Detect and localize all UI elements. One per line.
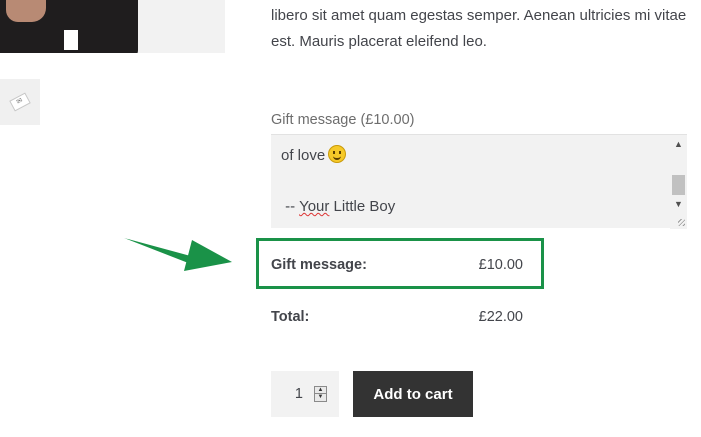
- gift-message-total-value: £10.00: [478, 257, 523, 273]
- resize-grip-icon[interactable]: [678, 219, 685, 226]
- total-value: £22.00: [478, 309, 523, 325]
- gift-message-textarea[interactable]: of love -- Your Little Boy ▲ ▼: [271, 134, 687, 229]
- scroll-down-arrow-icon[interactable]: ▼: [670, 197, 687, 211]
- green-arrow-icon: [124, 238, 232, 271]
- product-thumbnail[interactable]: ✉: [0, 79, 40, 125]
- gift-message-line: of love: [281, 145, 347, 164]
- gift-message-signature: Little Boy: [329, 198, 396, 215]
- gift-message-line-text: of love: [281, 147, 326, 164]
- product-image-cuff: [64, 30, 78, 50]
- smiley-emoji-icon: [328, 145, 347, 163]
- quantity-stepper[interactable]: ▲ ▼: [314, 386, 327, 402]
- quantity-input[interactable]: 1 ▲ ▼: [271, 371, 339, 417]
- stepper-up-icon[interactable]: ▲: [315, 387, 326, 394]
- thumbnail-card-icon: ✉: [9, 92, 31, 112]
- gift-message-dash: --: [281, 198, 300, 215]
- add-to-cart-button[interactable]: Add to cart: [353, 371, 473, 417]
- gift-message-total-label: Gift message:: [271, 257, 367, 273]
- scroll-up-arrow-icon[interactable]: ▲: [670, 137, 687, 151]
- textarea-scrollbar[interactable]: ▲ ▼: [670, 135, 687, 229]
- product-page: ✉ libero sit amet quam egestas semper. A…: [0, 0, 701, 437]
- product-main-image[interactable]: [0, 0, 225, 53]
- spellcheck-word: Your: [299, 198, 330, 215]
- gift-message-line: -- Your Little Boy: [281, 198, 395, 215]
- product-description: libero sit amet quam egestas semper. Aen…: [271, 7, 687, 50]
- scrollbar-thumb[interactable]: [672, 175, 685, 195]
- quantity-value: 1: [294, 386, 303, 402]
- total-label: Total:: [271, 309, 310, 325]
- stepper-down-icon[interactable]: ▼: [315, 394, 326, 401]
- product-image-hand: [6, 0, 46, 22]
- gift-message-label: Gift message (£10.00): [271, 112, 415, 128]
